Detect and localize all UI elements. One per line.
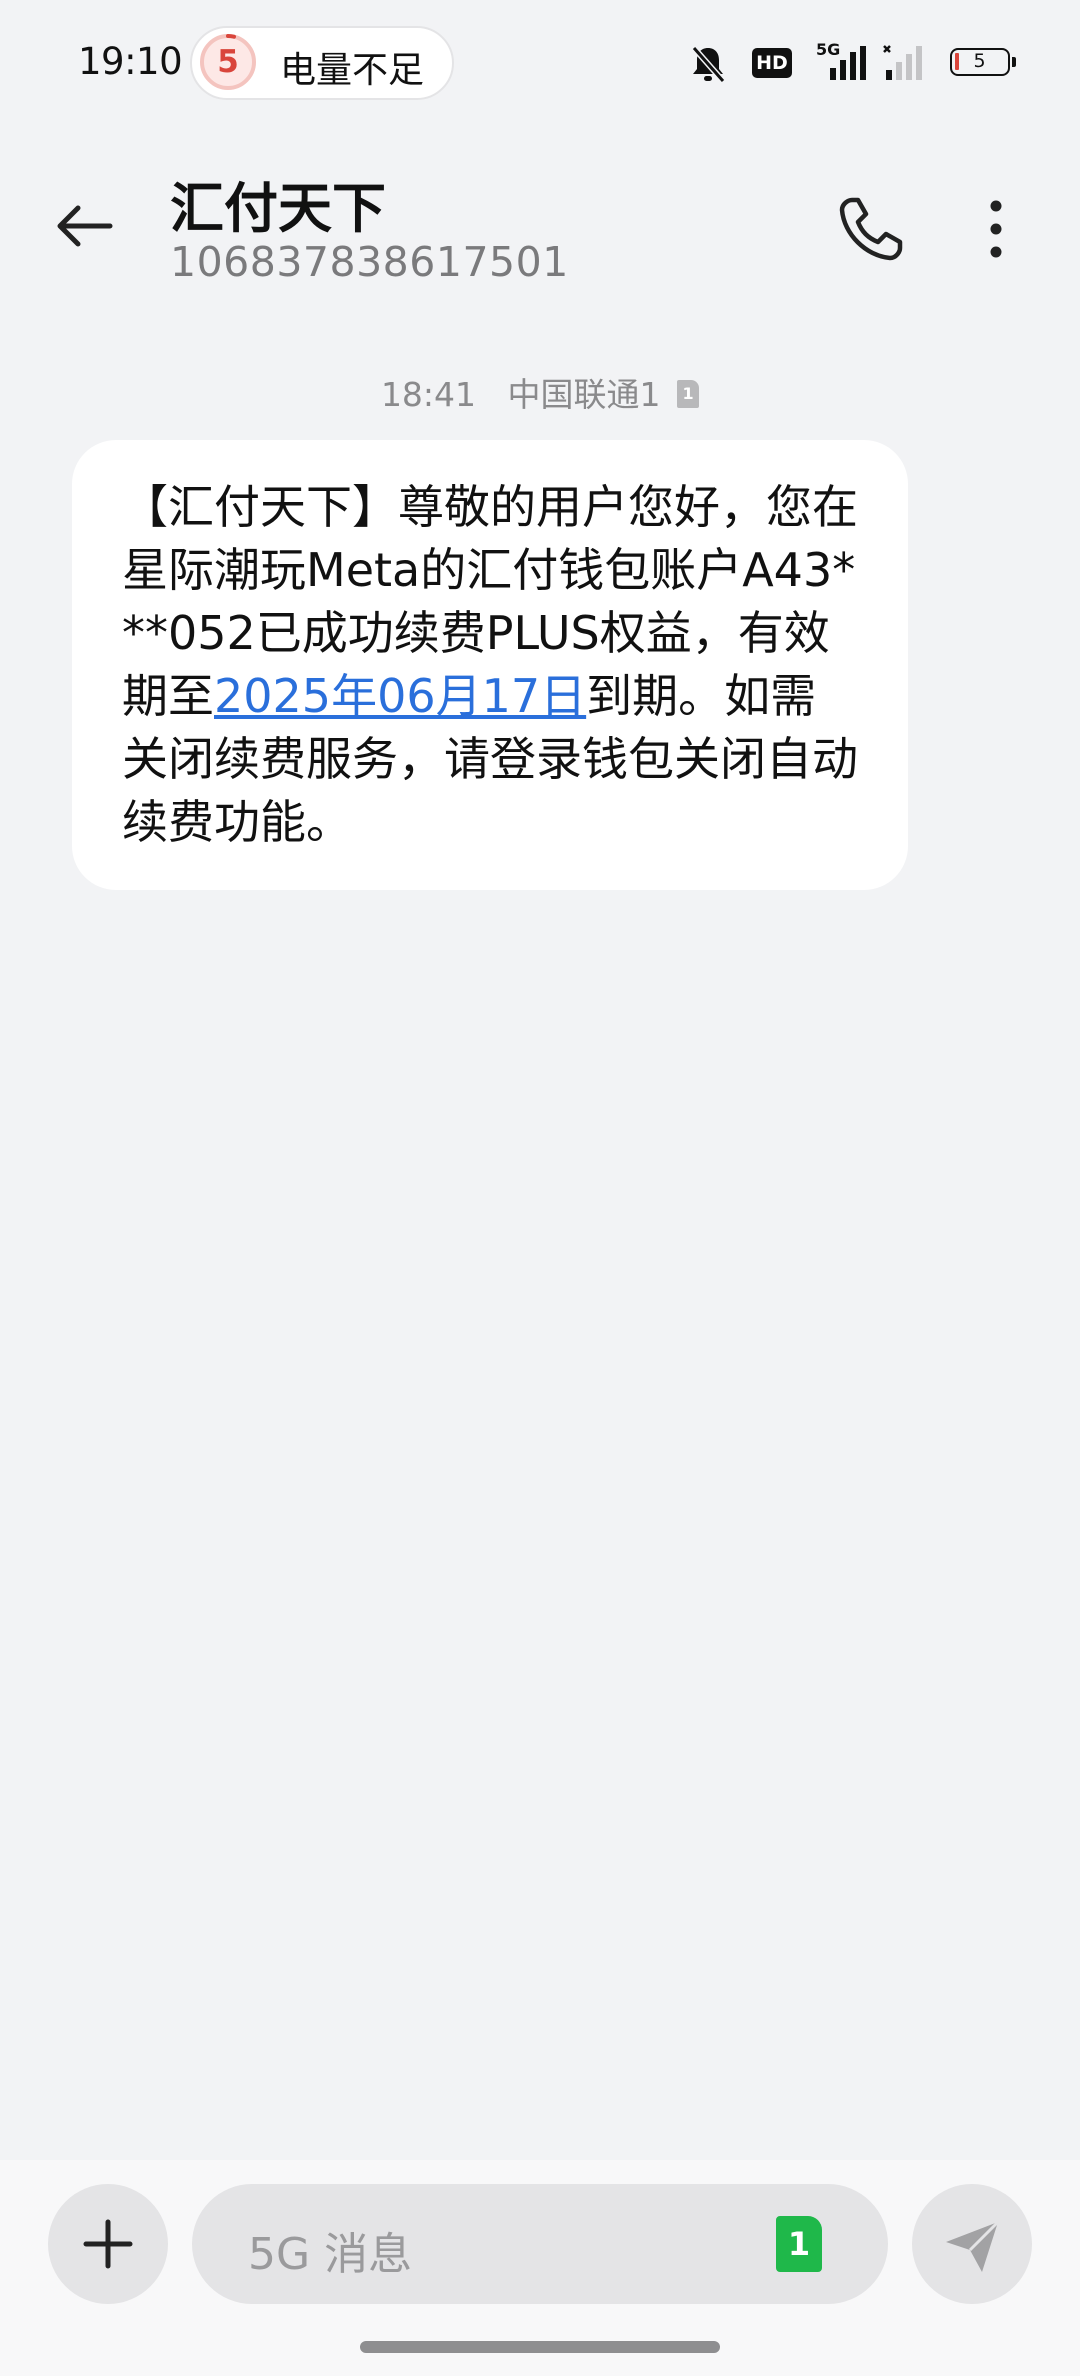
send-button[interactable]	[912, 2184, 1032, 2304]
send-icon	[946, 2220, 1000, 2272]
contact-name: 汇付天下	[170, 177, 386, 240]
conversation-header: 汇付天下 106837838617501	[0, 150, 1080, 300]
sim-select-badge[interactable]: 1	[776, 2216, 822, 2272]
contact-number: 106837838617501	[170, 238, 569, 286]
signal-5g-icon	[830, 46, 866, 80]
message-time: 18:41	[380, 375, 477, 414]
battery-icon: 5	[950, 48, 1016, 76]
more-vertical-icon[interactable]	[966, 194, 1026, 264]
home-indicator[interactable]	[360, 2341, 720, 2353]
status-bar: 19:10 5 电量不足 HD 5G 5	[0, 0, 1080, 130]
back-arrow-icon[interactable]	[48, 190, 120, 262]
sim-number: 1	[682, 383, 694, 403]
sim-card-icon: 1	[677, 379, 700, 408]
hd-icon: HD	[752, 48, 792, 78]
status-icons: HD 5G 5	[660, 0, 1080, 130]
message-text: 【汇付天下】尊敬的用户您好，您在星际潮玩Meta的汇付钱包账户A43***052…	[122, 476, 858, 854]
battery-alert-text: 电量不足	[280, 50, 425, 91]
message-carrier: 中国联通1	[507, 375, 661, 414]
plus-icon	[83, 2219, 133, 2269]
sms-conversation-screen: 19:10 5 电量不足 HD 5G 5 汇付天下 10683783861750…	[0, 0, 1080, 2376]
hd-label: HD	[756, 52, 788, 74]
message-input-placeholder: 5G 消息	[248, 2229, 413, 2280]
battery-level: 5	[973, 50, 986, 72]
message-bubble[interactable]: 【汇付天下】尊敬的用户您好，您在星际潮玩Meta的汇付钱包账户A43***052…	[72, 440, 908, 890]
battery-alert-level: 5	[217, 44, 239, 80]
phone-icon[interactable]	[836, 194, 906, 264]
status-time: 19:10	[78, 40, 183, 83]
low-battery-pill[interactable]: 5 电量不足	[190, 26, 454, 100]
message-input[interactable]: 5G 消息 1	[192, 2184, 888, 2304]
signal-weak-icon	[883, 45, 922, 80]
bell-muted-icon	[691, 46, 726, 83]
add-attachment-button[interactable]	[48, 2184, 168, 2304]
message-timestamp-row: 18:41 中国联通1 1	[0, 368, 1080, 416]
date-link[interactable]: 2025年06月17日	[214, 669, 586, 723]
